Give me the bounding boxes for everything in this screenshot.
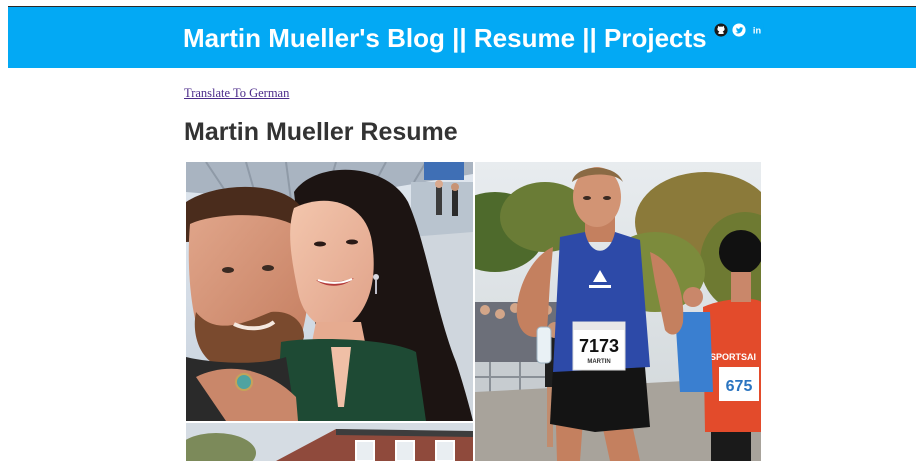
- marathon-runner-photo: 675 SPORTSAI 7173 MARTIN: [475, 162, 761, 461]
- github-icon[interactable]: [714, 23, 728, 37]
- race-bib-number-2: 675: [726, 378, 753, 395]
- site-header: Martin Mueller's Blog || Resume || Proje…: [8, 7, 916, 68]
- shirt-brand-text: SPORTSAI: [710, 352, 756, 362]
- page-title: Martin Mueller Resume: [184, 118, 458, 146]
- translate-to-german-link[interactable]: Translate To German: [184, 86, 289, 101]
- social-links: in: [714, 23, 764, 37]
- race-bib-name: MARTIN: [587, 359, 610, 365]
- twitter-icon[interactable]: [732, 23, 746, 37]
- race-bib-number: 7173: [579, 336, 619, 356]
- couple-selfie-photo: [186, 162, 473, 421]
- browser-page: Martin Mueller's Blog || Resume || Proje…: [8, 6, 916, 461]
- house-photo: [186, 423, 473, 461]
- linkedin-icon[interactable]: in: [750, 23, 764, 37]
- linkedin-icon-label: in: [753, 26, 762, 36]
- site-title-link[interactable]: Martin Mueller's Blog || Resume || Proje…: [183, 22, 707, 54]
